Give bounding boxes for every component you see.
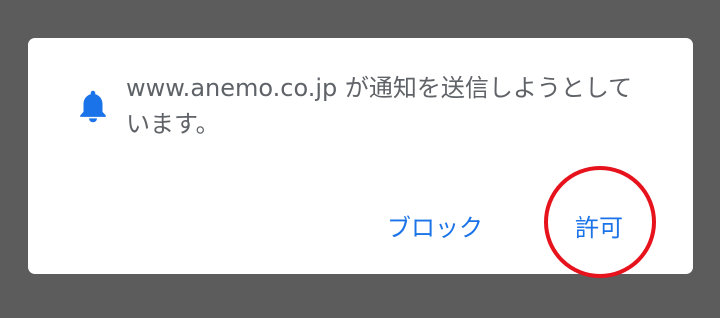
block-button[interactable]: ブロック: [385, 208, 485, 248]
allow-button[interactable]: 許可: [571, 208, 627, 248]
notification-permission-dialog: www.anemo.co.jp が通知を送信しようとしています。 ブロック 許可: [28, 38, 693, 274]
permission-message: www.anemo.co.jp が通知を送信しようとしています。: [126, 74, 633, 138]
bell-icon: [80, 90, 106, 123]
